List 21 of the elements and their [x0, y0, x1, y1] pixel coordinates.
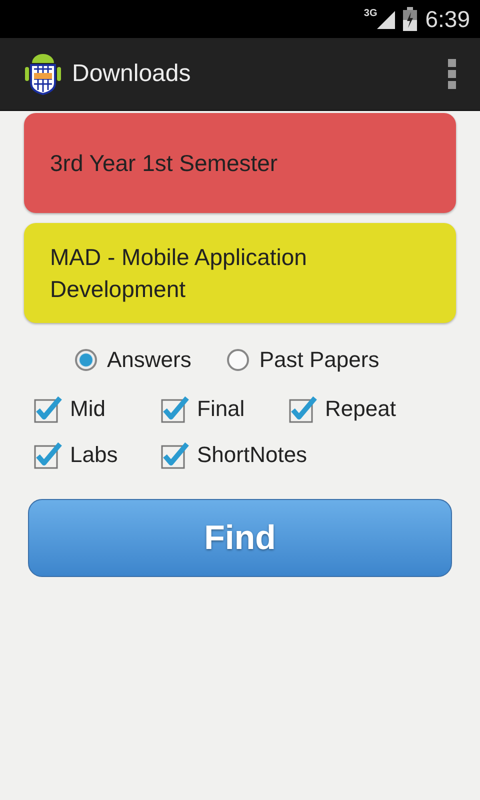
checkbox[interactable]	[289, 395, 317, 423]
battery-icon	[403, 7, 418, 31]
checkbox-label[interactable]: Labs	[70, 442, 118, 468]
radio-option[interactable]: Answers	[75, 347, 192, 373]
checkbox[interactable]	[34, 395, 62, 423]
checkbox-label[interactable]: Mid	[70, 396, 106, 422]
checkbox[interactable]	[161, 395, 189, 423]
checkbox-label[interactable]: ShortNotes	[197, 442, 308, 468]
checkbox-label[interactable]: Repeat	[325, 396, 396, 422]
network-type: 3G	[364, 8, 378, 19]
app-logo-icon	[24, 53, 62, 95]
title-card: MAD - Mobile Application Development	[24, 223, 456, 323]
signal-icon	[377, 9, 396, 29]
screen-title: Downloads	[72, 60, 192, 88]
checkbox[interactable]	[161, 441, 189, 469]
overflow-menu-icon[interactable]	[446, 57, 458, 91]
clock-time: 6:39	[425, 6, 470, 32]
checkbox-label[interactable]: Final	[197, 396, 245, 422]
checkbox[interactable]	[34, 441, 62, 469]
radio-option[interactable]: Past Papers	[227, 347, 380, 373]
title-card: 3rd Year 1st Semester	[24, 113, 456, 213]
